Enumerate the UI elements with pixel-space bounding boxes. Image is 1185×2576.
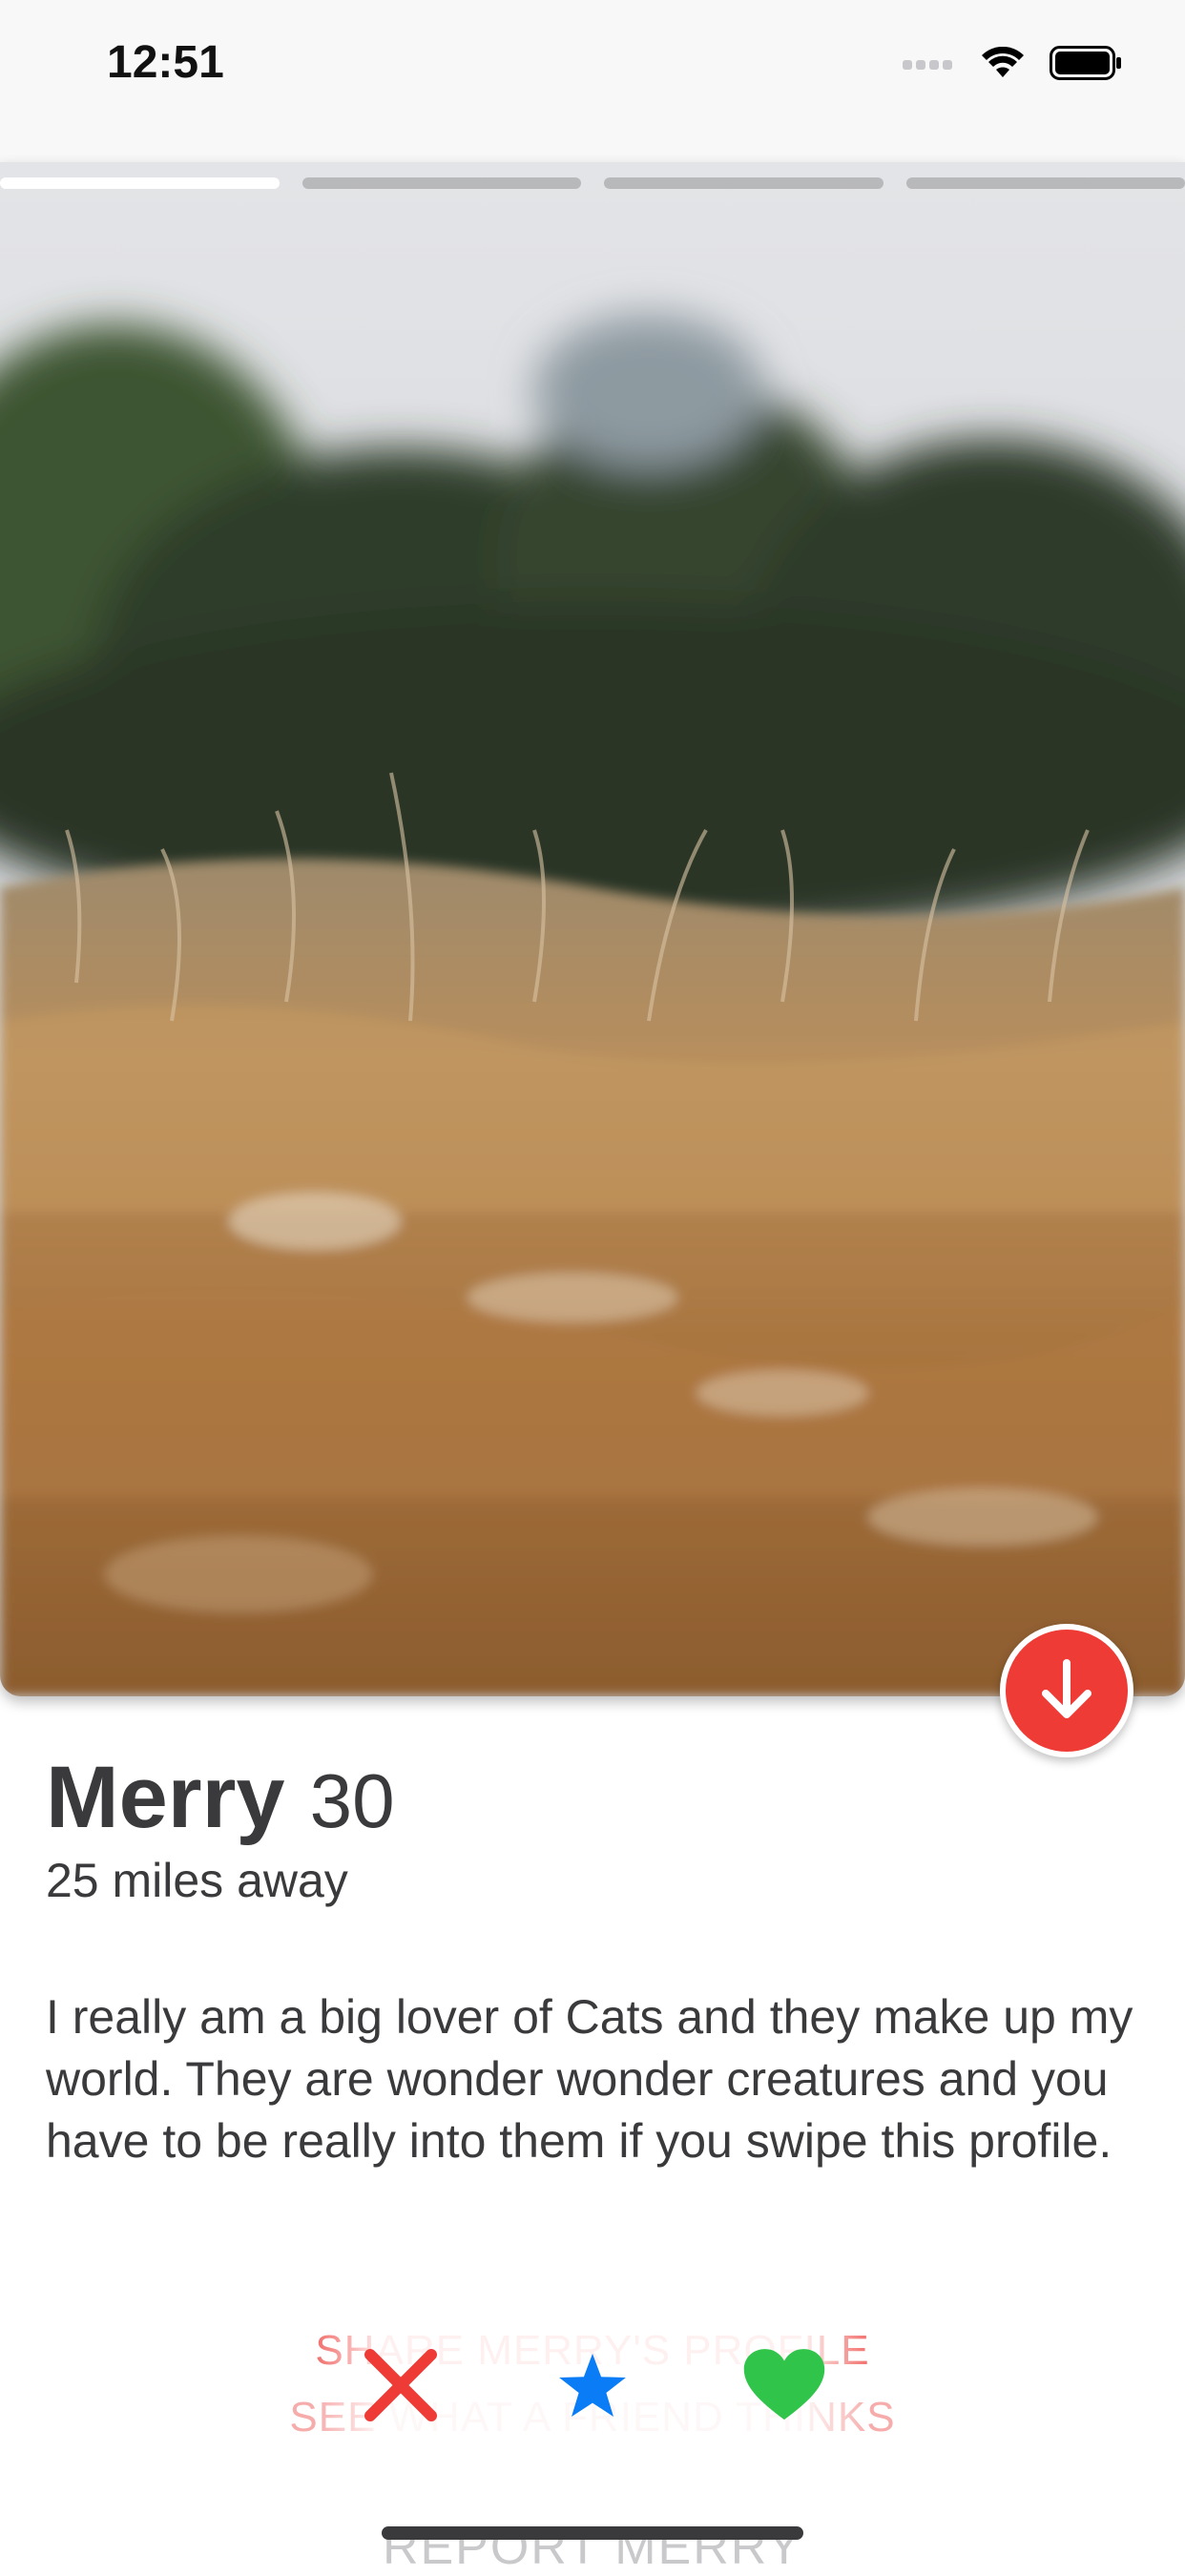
heart-icon <box>742 2347 826 2423</box>
battery-icon <box>1050 46 1122 80</box>
x-icon <box>361 2345 441 2425</box>
action-bar <box>315 2318 870 2452</box>
photo-progress-segment <box>604 177 884 189</box>
star-icon <box>556 2351 629 2420</box>
status-time: 12:51 <box>107 36 224 89</box>
wifi-icon <box>981 47 1025 79</box>
collapse-profile-button[interactable] <box>1000 1624 1133 1757</box>
profile-age: 30 <box>310 1757 395 1845</box>
status-bar: 12:51 <box>0 0 1185 162</box>
home-indicator <box>382 2526 803 2540</box>
photo-image <box>0 162 1185 1696</box>
photo-progress-segment <box>906 177 1185 189</box>
profile-distance: 25 miles away <box>46 1853 348 1908</box>
photo-progress <box>0 177 1185 189</box>
cellular-signal-icon <box>903 56 956 70</box>
photo-progress-segment <box>0 177 280 189</box>
profile-name: Merry <box>46 1748 285 1848</box>
dislike-button[interactable] <box>343 2328 458 2442</box>
profile-bio: I really am a big lover of Cats and they… <box>46 1986 1133 2172</box>
photo-progress-segment <box>302 177 582 189</box>
superlike-button[interactable] <box>535 2328 650 2442</box>
name-row: Merry 30 <box>46 1748 395 1853</box>
like-button[interactable] <box>727 2328 842 2442</box>
arrow-down-icon <box>1036 1657 1097 1724</box>
status-icons <box>903 44 1122 82</box>
profile-photo[interactable] <box>0 162 1185 1696</box>
